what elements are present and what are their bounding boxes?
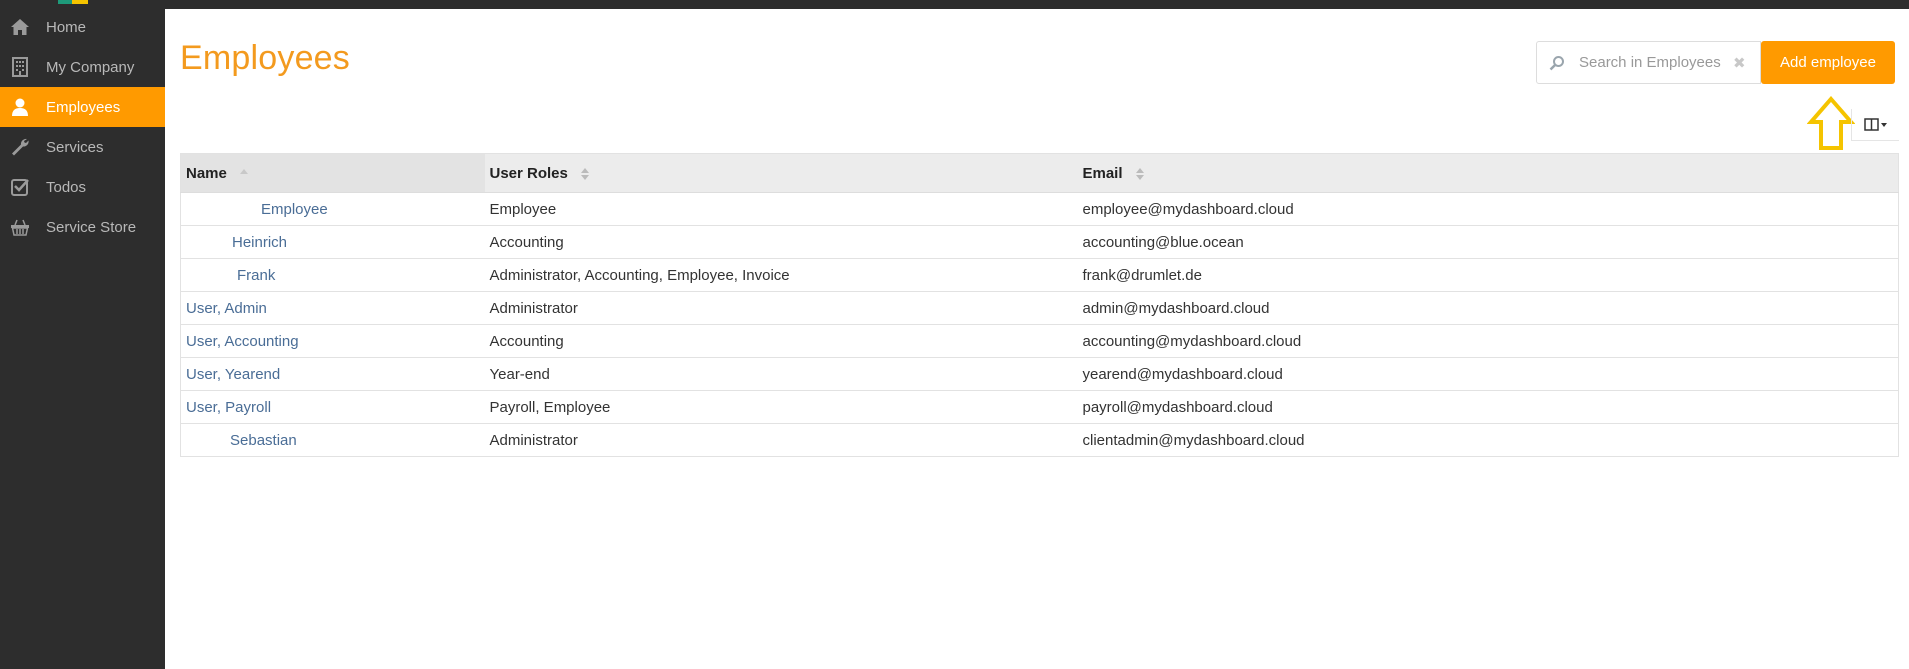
search-input[interactable] [1579,54,1729,71]
user-icon [9,97,31,117]
table-row[interactable]: User, Yearend Year-end yearend@mydashboa… [180,358,1899,391]
sidebar-item-label: Employees [46,98,121,116]
building-icon [9,57,31,77]
cell-roles: Year-end [489,365,550,383]
table-row[interactable]: Frank Administrator, Accounting, Employe… [180,259,1899,292]
cell-email: accounting@mydashboard.cloud [1082,332,1302,350]
sort-ascending-icon [240,168,249,174]
column-header-name[interactable]: Name [180,153,485,193]
cell-email: employee@mydashboard.cloud [1082,200,1294,218]
highlight-arrow-icon [1807,96,1855,150]
cell-roles: Payroll, Employee [489,398,611,416]
sidebar-item-label: Todos [46,178,87,196]
cell-name: Heinrich [181,226,485,259]
table-row[interactable]: Heinrich Accounting accounting@blue.ocea… [180,226,1899,259]
column-header-user-roles[interactable]: User Roles [484,153,1078,193]
sidebar-item-employees[interactable]: Employees [0,87,165,127]
logo[interactable] [58,0,90,4]
column-header-email[interactable]: Email [1077,153,1899,193]
sidebar-item-label: Services [46,138,104,156]
sort-icon [1135,167,1144,180]
home-icon [9,17,31,37]
basket-icon [9,217,31,237]
sort-icon [581,167,590,180]
cell-email: frank@drumlet.de [1082,266,1202,284]
add-employee-button[interactable]: Add employee [1761,41,1895,84]
employee-name-link[interactable]: Sebastian [186,432,297,449]
cell-roles: Accounting [489,233,564,251]
cell-roles: Accounting [489,332,564,350]
cell-email: payroll@mydashboard.cloud [1082,398,1273,416]
sidebar-item-my-company[interactable]: My Company [0,47,165,87]
table-row[interactable]: User, Payroll Payroll, Employee payroll@… [180,391,1899,424]
main-content: Employees ✖ Add employee Name User Roles [165,9,1909,669]
wrench-icon [9,137,31,157]
logo-green-block [58,0,72,4]
sidebar: Home My Company Employees Services Todos [0,0,165,669]
sidebar-item-todos[interactable]: Todos [0,167,165,207]
cell-name: Frank [181,259,485,292]
page-title: Employees [180,39,350,77]
cell-name: User, Admin [181,292,485,325]
search-box: ✖ [1536,41,1761,84]
employee-name-link[interactable]: Frank [186,267,275,284]
checkbox-icon [9,177,31,197]
table-row[interactable]: Employee Employee employee@mydashboard.c… [180,193,1899,226]
sidebar-item-services[interactable]: Services [0,127,165,167]
cell-roles: Administrator [489,299,578,317]
employee-name-link[interactable]: User, Admin [186,300,267,317]
cell-name: User, Yearend [181,358,485,391]
cell-name: Employee [181,193,485,226]
sidebar-item-label: Home [46,18,87,36]
sidebar-item-label: Service Store [46,218,137,236]
employee-name-link[interactable]: User, Yearend [186,366,280,383]
table-row[interactable]: Sebastian Administrator clientadmin@myda… [180,424,1899,457]
cell-email: clientadmin@mydashboard.cloud [1082,431,1305,449]
sidebar-item-home[interactable]: Home [0,7,165,47]
table-row[interactable]: User, Accounting Accounting accounting@m… [180,325,1899,358]
cell-roles: Administrator [489,431,578,449]
sidebar-nav: Home My Company Employees Services Todos [0,7,165,247]
logo-yellow-block [72,0,88,4]
sidebar-item-service-store[interactable]: Service Store [0,207,165,247]
cell-email: accounting@blue.ocean [1082,233,1244,251]
employee-name-link[interactable]: Heinrich [186,234,287,251]
column-toggle-button[interactable] [1851,109,1899,141]
cell-name: Sebastian [181,424,485,457]
clear-search-icon[interactable]: ✖ [1733,54,1746,72]
table-row[interactable]: User, Admin Administrator admin@mydashbo… [180,292,1899,325]
cell-email: yearend@mydashboard.cloud [1082,365,1283,383]
search-icon [1549,55,1564,70]
employee-name-link[interactable]: User, Accounting [186,333,299,350]
columns-icon [1863,117,1887,131]
cell-name: User, Accounting [181,325,485,358]
employee-name-link[interactable]: User, Payroll [186,399,271,416]
employees-table: Name User Roles Email Employee Employee … [180,153,1899,457]
employee-name-link[interactable]: Employee [186,201,328,218]
top-bar [0,0,1909,9]
cell-roles: Administrator, Accounting, Employee, Inv… [489,266,790,284]
cell-email: admin@mydashboard.cloud [1082,299,1270,317]
table-header-row: Name User Roles Email [180,153,1899,193]
sidebar-item-label: My Company [46,58,135,76]
cell-name: User, Payroll [181,391,485,424]
cell-roles: Employee [489,200,557,218]
